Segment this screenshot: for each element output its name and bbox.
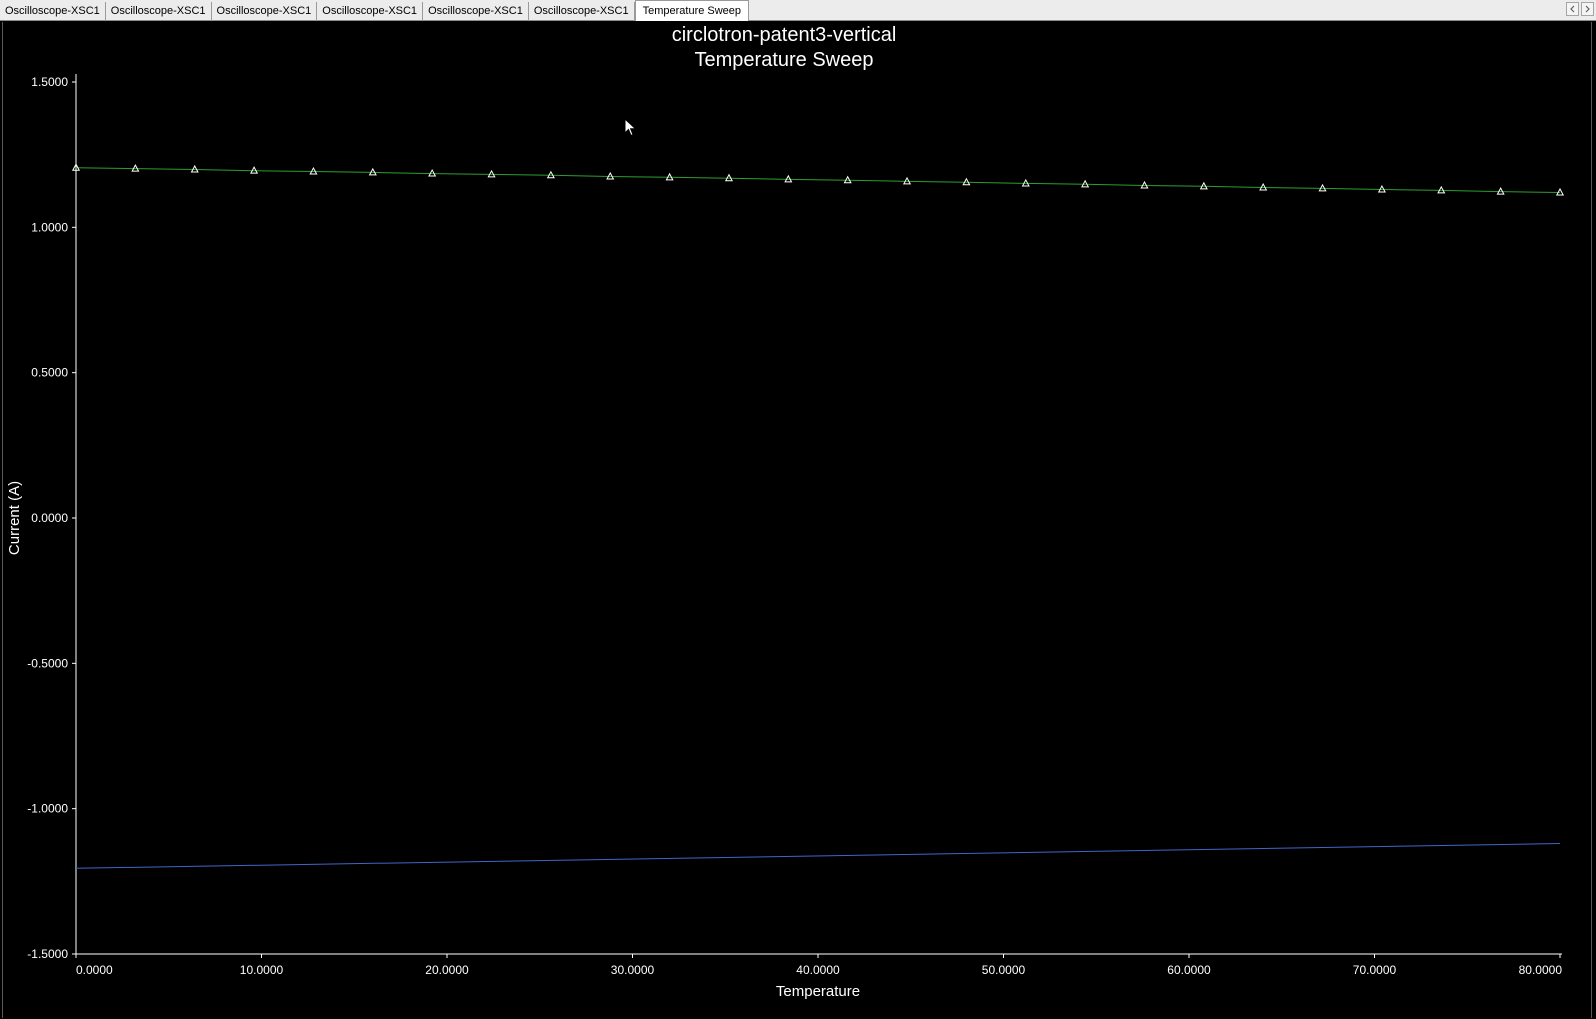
x-tick-label: 70.0000 — [1353, 963, 1397, 977]
x-tick-label: 20.0000 — [425, 963, 469, 977]
tab-oscilloscope-xsc1-2[interactable]: Oscilloscope-XSC1 — [212, 2, 318, 21]
x-tick-label: 80.0000 — [1519, 963, 1563, 977]
x-axis-label: Temperature — [776, 983, 860, 1000]
y-tick-label: 0.5000 — [31, 366, 68, 380]
x-tick-label: 30.0000 — [611, 963, 655, 977]
tab-scroll-right-button[interactable] — [1581, 2, 1594, 16]
tab-oscilloscope-xsc1-4[interactable]: Oscilloscope-XSC1 — [423, 2, 529, 21]
y-axis-label: Current (A) — [6, 481, 23, 555]
x-tick-label: 0.0000 — [76, 963, 113, 977]
y-tick-label: 1.0000 — [31, 220, 68, 234]
y-tick-label: -1.5000 — [27, 947, 68, 961]
y-tick-label: -1.0000 — [27, 802, 68, 816]
chart-subtitle: Temperature Sweep — [695, 49, 874, 71]
x-tick-label: 40.0000 — [796, 963, 840, 977]
series-1-line[interactable] — [75, 167, 1561, 193]
chevron-right-icon — [1585, 5, 1590, 13]
chevron-left-icon — [1570, 5, 1575, 13]
series-2-line[interactable] — [75, 843, 1561, 869]
x-tick-label: 10.0000 — [240, 963, 284, 977]
series-1-point[interactable] — [250, 166, 259, 174]
y-tick-label: -0.5000 — [27, 656, 68, 670]
mouse-pointer-icon — [624, 118, 637, 137]
series-1-point[interactable] — [1555, 187, 1565, 196]
chart-title: circlotron-patent3-vertical — [672, 24, 897, 46]
tab-oscilloscope-xsc1-1[interactable]: Oscilloscope-XSC1 — [106, 2, 212, 21]
x-tick-label: 50.0000 — [982, 963, 1026, 977]
x-tick-label: 60.0000 — [1167, 963, 1211, 977]
tab-list: Oscilloscope-XSC1 Oscilloscope-XSC1 Oscill… — [0, 0, 750, 21]
tab-scroll-buttons — [1566, 2, 1594, 16]
tab-oscilloscope-xsc1-5[interactable]: Oscilloscope-XSC1 — [529, 2, 635, 21]
chart-panel: circlotron-patent3-vertical Temperature S… — [2, 22, 1592, 1018]
tab-oscilloscope-xsc1-3[interactable]: Oscilloscope-XSC1 — [317, 2, 424, 21]
tab-oscilloscope-xsc1-0[interactable]: Oscilloscope-XSC1 — [0, 2, 106, 21]
y-tick-label: 0.0000 — [31, 511, 68, 525]
tab-temperature-sweep-6[interactable]: Temperature Sweep — [634, 0, 750, 21]
tab-bar: Oscilloscope-XSC1 Oscilloscope-XSC1 Oscill… — [0, 0, 1596, 21]
temperature-sweep-chart[interactable]: circlotron-patent3-vertical Temperature S… — [3, 22, 1591, 1018]
y-tick-label: 1.5000 — [31, 75, 68, 89]
tab-scroll-left-button[interactable] — [1566, 2, 1579, 16]
